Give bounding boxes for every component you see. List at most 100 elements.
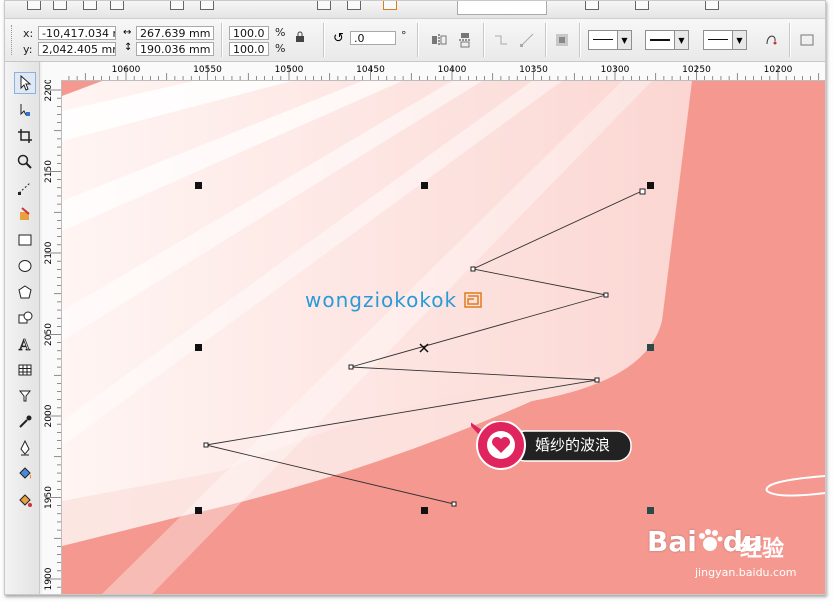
arrowhead-preview <box>593 39 613 40</box>
y-label: y: <box>23 43 33 56</box>
selection-handle[interactable] <box>647 182 654 189</box>
drawing-canvas[interactable] <box>62 81 825 594</box>
separator <box>221 23 223 57</box>
height-icon: ↕ <box>124 42 133 53</box>
app-window: x: -10,417.034 mm y: 2,042.405 mm ↔ 267.… <box>4 0 826 595</box>
separator <box>417 23 419 57</box>
selection-handle[interactable] <box>647 507 654 514</box>
path-node[interactable] <box>348 364 354 370</box>
shape-tool-icon[interactable] <box>14 99 36 121</box>
line-style-preview <box>650 39 670 41</box>
import-icon[interactable] <box>170 1 184 10</box>
selection-handle[interactable] <box>195 344 202 351</box>
paw-icon <box>698 529 723 551</box>
ellipse-tool-icon[interactable] <box>14 255 36 277</box>
path-node[interactable] <box>203 442 209 448</box>
welcome-icon[interactable] <box>347 1 361 10</box>
property-bar: x: -10,417.034 mm y: 2,042.405 mm ↔ 267.… <box>5 19 825 62</box>
arrowhead-preview <box>708 39 728 40</box>
text-tool-icon[interactable]: A <box>14 333 36 355</box>
zoom-tool-icon[interactable] <box>14 151 36 173</box>
crop-tool-icon[interactable] <box>14 125 36 147</box>
launch-icon[interactable] <box>705 1 719 10</box>
corel-connect-icon[interactable] <box>383 1 397 10</box>
selection-handle[interactable] <box>195 182 202 189</box>
end-arrow-dropdown[interactable]: ▼ <box>703 30 747 50</box>
x-label: x: <box>23 27 34 40</box>
polygon-tool-icon[interactable] <box>14 281 36 303</box>
baidu-url: jingyan.baidu.com <box>695 566 797 579</box>
convert-to-line-icon[interactable] <box>491 30 511 50</box>
rotation-field[interactable]: .0 <box>350 31 396 45</box>
percent-x-label: % <box>275 26 286 39</box>
wrap-text-icon[interactable] <box>552 30 572 50</box>
start-arrow-dropdown[interactable]: ▼ <box>588 30 632 50</box>
ruler-label: 2200 <box>44 80 54 101</box>
separator <box>789 23 791 57</box>
separator <box>579 23 581 57</box>
interactive-fill-icon[interactable] <box>14 489 36 511</box>
chevron-down-icon: ▼ <box>617 31 631 49</box>
artwork <box>62 81 825 594</box>
save-icon[interactable] <box>83 1 97 10</box>
scale-x-field[interactable]: 100.0 <box>229 26 269 40</box>
svg-text:A: A <box>18 336 30 352</box>
path-node[interactable] <box>603 292 609 298</box>
grip-handle[interactable] <box>11 25 15 55</box>
x-position-field[interactable]: -10,417.034 mm <box>38 26 116 40</box>
outline-icon[interactable] <box>797 30 817 50</box>
rectangle-tool-icon[interactable] <box>14 229 36 251</box>
baidu-jingyan-label: 经验 <box>740 537 785 562</box>
ruler-ticks: 10600 10550 10500 10450 10400 10350 10300 10250… <box>68 65 820 80</box>
path-node[interactable] <box>451 501 457 507</box>
options-icon[interactable] <box>635 1 649 10</box>
selection-handle[interactable] <box>421 507 428 514</box>
table-tool-icon[interactable] <box>14 359 36 381</box>
mirror-horizontal-icon[interactable] <box>429 30 449 50</box>
smart-fill-icon[interactable] <box>14 203 36 225</box>
path-node[interactable] <box>639 188 646 195</box>
freehand-tool-icon[interactable] <box>14 177 36 199</box>
selection-handle[interactable] <box>647 344 654 351</box>
width-icon: ↔ <box>123 27 132 38</box>
baidu-brand: Bai <box>647 525 697 558</box>
standard-toolbar <box>5 1 825 19</box>
basic-shapes-icon[interactable] <box>14 307 36 329</box>
path-node[interactable] <box>594 377 600 383</box>
path-node[interactable] <box>470 266 476 272</box>
degree-label: ° <box>401 29 407 42</box>
mirror-vertical-icon[interactable] <box>455 30 475 50</box>
new-doc-icon[interactable] <box>27 1 41 10</box>
separator <box>483 23 485 57</box>
open-icon[interactable] <box>53 1 67 10</box>
print-icon[interactable] <box>110 1 124 10</box>
toolbox: A <box>5 62 40 594</box>
app-launcher-icon[interactable] <box>317 1 331 10</box>
close-curve-icon[interactable] <box>761 30 781 50</box>
percent-y-label: % <box>275 42 286 55</box>
pick-tool-icon[interactable] <box>14 72 36 94</box>
line-style-dropdown[interactable]: ▼ <box>645 30 689 50</box>
eyedropper-tool-icon[interactable] <box>14 411 36 433</box>
lock-ratio-icon[interactable] <box>295 31 305 43</box>
outline-pen-icon[interactable] <box>14 437 36 459</box>
convert-to-curve-icon[interactable] <box>517 30 537 50</box>
fill-tool-icon[interactable] <box>14 463 36 485</box>
chevron-down-icon: ▼ <box>732 31 746 49</box>
selection-handle[interactable] <box>195 507 202 514</box>
horizontal-ruler[interactable]: 10600 10550 10500 10450 10400 10350 10300 10250… <box>62 62 825 81</box>
y-position-field[interactable]: 2,042.405 mm <box>38 42 116 56</box>
width-field[interactable]: 267.639 mm <box>136 26 214 40</box>
scale-y-field[interactable]: 100.0 <box>229 42 269 56</box>
vertical-ruler[interactable]: 2200 2150 2100 2050 2000 1950 1900 <box>42 80 62 594</box>
ruler-corner[interactable] <box>42 62 63 81</box>
brand-text: wongziokokok <box>305 288 458 312</box>
dimension-tool-icon[interactable] <box>14 385 36 407</box>
snap-icon[interactable] <box>585 1 599 10</box>
ruler-ticks: 2200215021002050200019501900 <box>44 80 61 590</box>
rotate-icon: ↺ <box>333 31 344 46</box>
export-icon[interactable] <box>200 1 214 10</box>
height-field[interactable]: 190.036 mm <box>136 42 214 56</box>
selection-handle[interactable] <box>421 182 428 189</box>
zoom-field[interactable] <box>457 1 547 15</box>
